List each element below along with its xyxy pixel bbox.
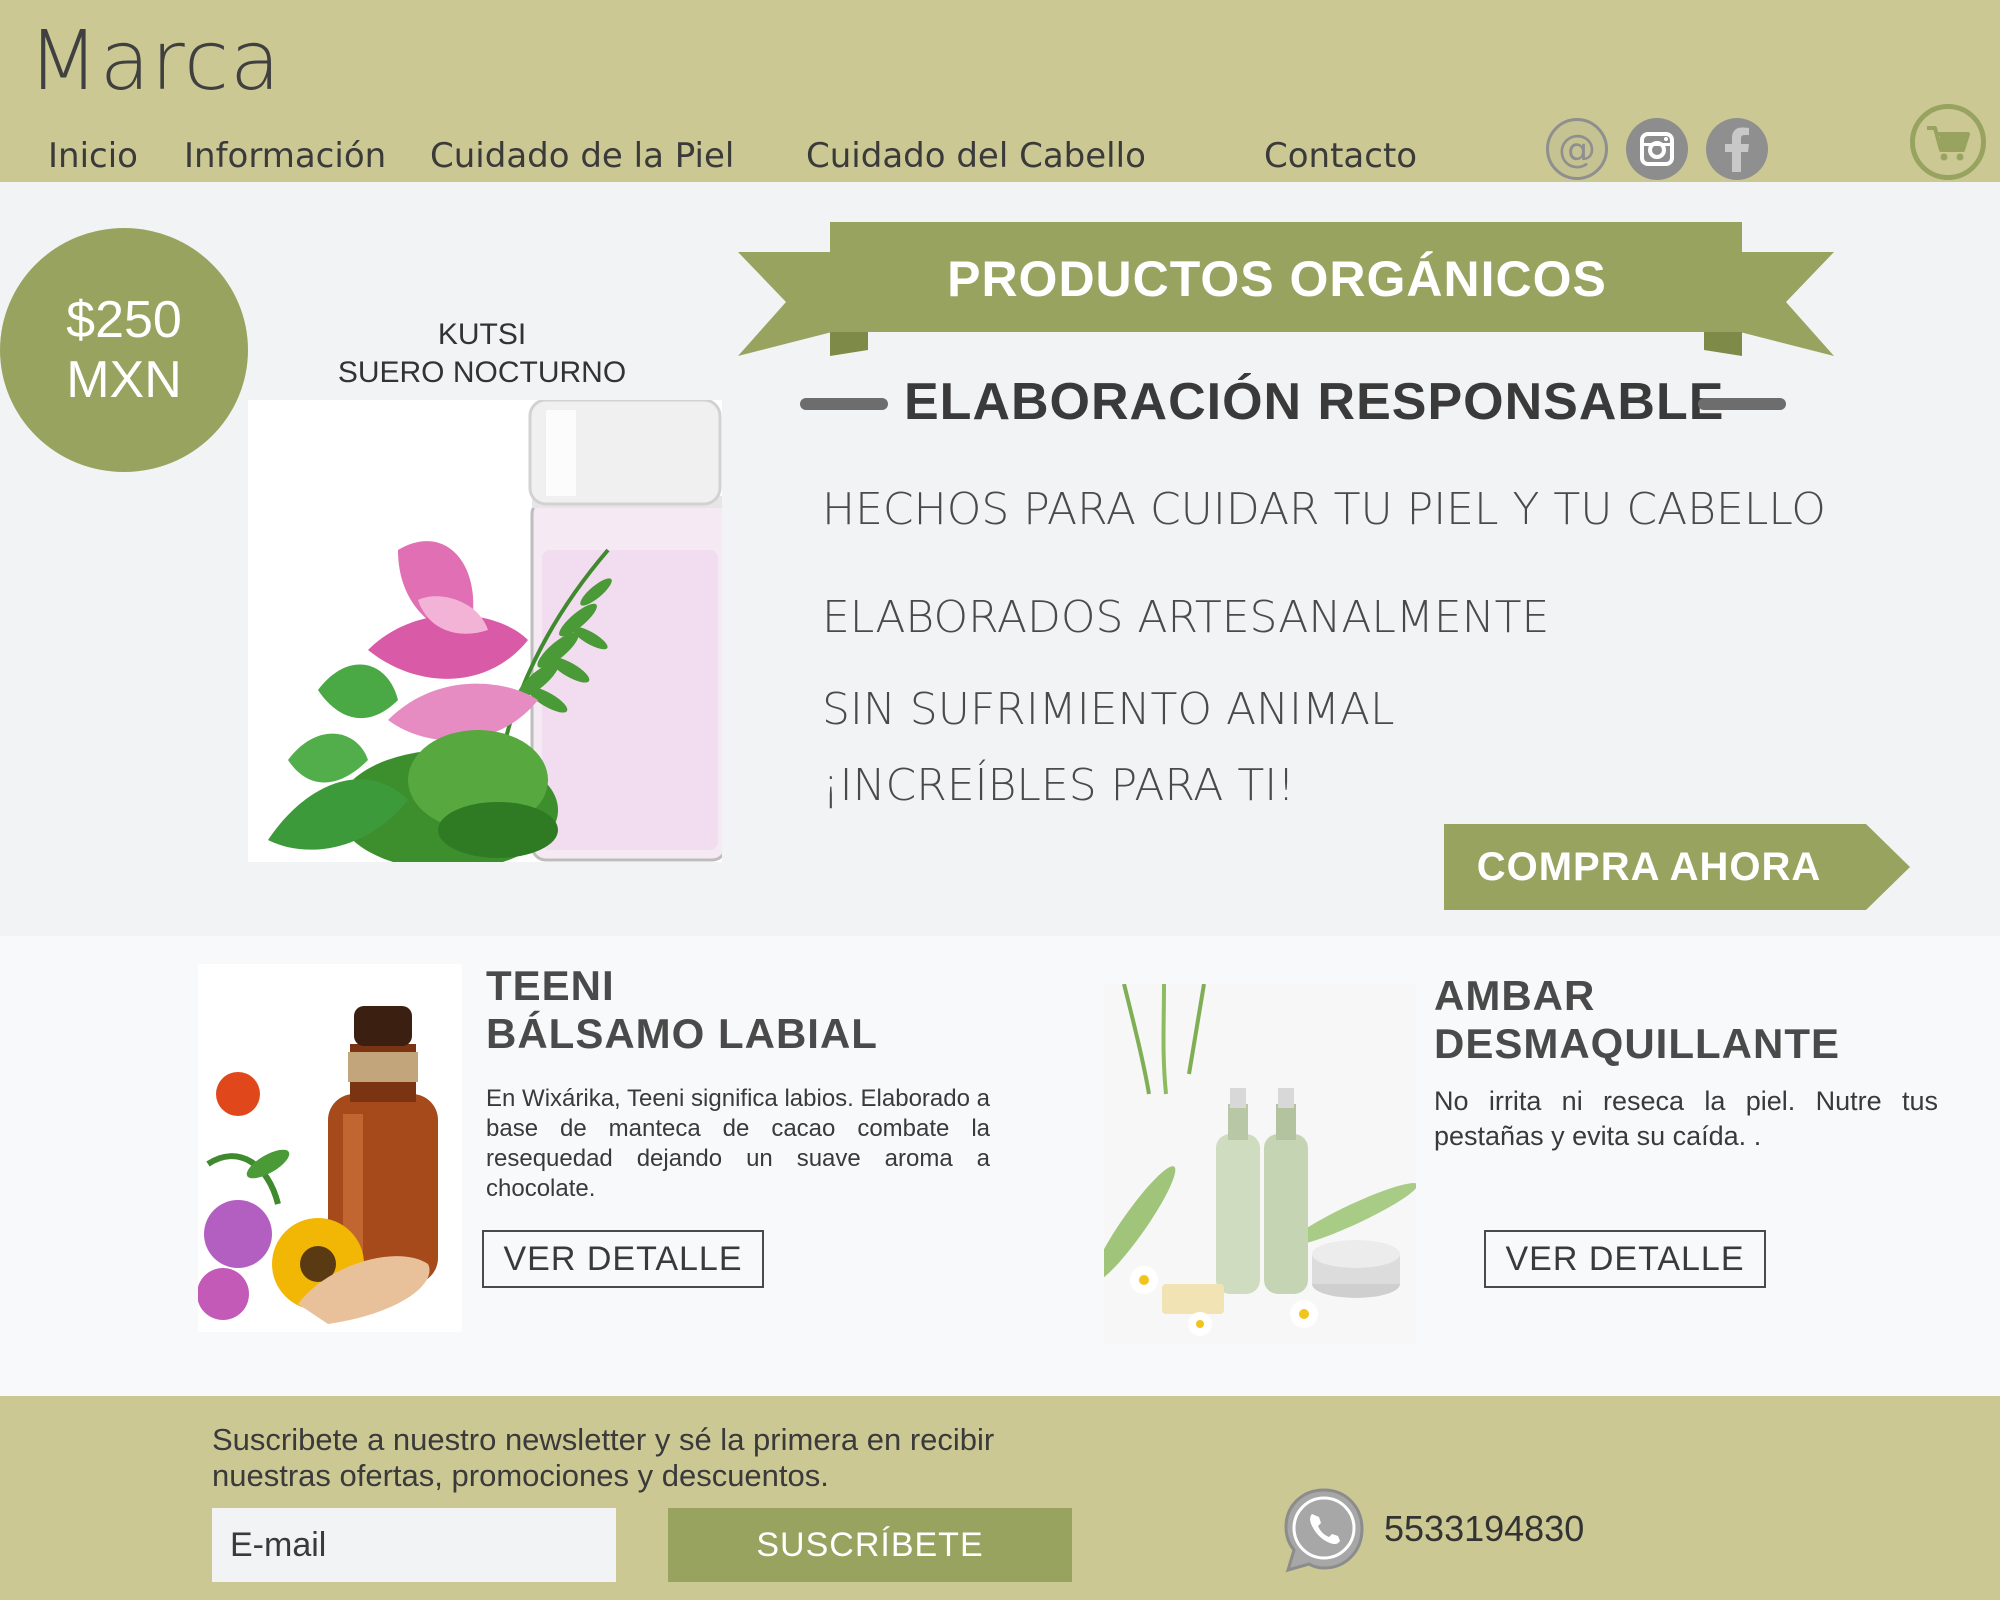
products-section: TEENI BÁLSAMO LABIAL En Wixárika, Teeni … [0, 936, 2000, 1396]
product-type-teeni: BÁLSAMO LABIAL [486, 1010, 878, 1057]
svg-text:@: @ [1558, 127, 1596, 171]
feature-line-1: HECHOS PARA CUIDAR TU PIEL Y TU CABELLO [822, 484, 1826, 535]
phone-number[interactable]: 5533194830 [1384, 1508, 1584, 1550]
subtitle: ELABORACIÓN RESPONSABLE [904, 373, 1725, 431]
main-nav: Inicio Información Cuidado de la Piel Cu… [0, 128, 1480, 182]
cart-icon[interactable] [1910, 104, 1986, 180]
featured-product-brand: KUTSI [437, 318, 527, 351]
brand-logo[interactable]: Marca [28, 14, 281, 109]
product-type-ambar: DESMAQUILLANTE [1434, 1020, 1840, 1067]
view-detail-button-teeni[interactable]: VER DETALLE [482, 1230, 764, 1288]
email-icon[interactable]: @ [1546, 118, 1608, 180]
newsletter-line-2: nuestras ofertas, promociones y descuent… [212, 1458, 829, 1493]
price-amount: $250 [66, 291, 182, 349]
nav-informacion[interactable]: Información [184, 136, 386, 176]
site-footer: Suscribete a nuestro newsletter y sé la … [0, 1396, 2000, 1600]
product-image-ambar[interactable] [1104, 984, 1416, 1344]
view-detail-button-ambar[interactable]: VER DETALLE [1484, 1230, 1766, 1288]
featured-product-type: SUERO NOCTURNO [337, 356, 627, 389]
featured-product-image[interactable] [248, 400, 722, 862]
banner-title: PRODUCTOS ORGÁNICOS [947, 251, 1607, 307]
feature-line-3: SIN SUFRIMIENTO ANIMAL [822, 684, 1395, 735]
product-title-teeni[interactable]: TEENI BÁLSAMO LABIAL [486, 962, 878, 1058]
price-currency: MXN [66, 351, 182, 409]
product-desc-teeni: En Wixárika, Teeni significa labios. Ela… [486, 1085, 990, 1202]
subtitle-dash-left [800, 398, 888, 410]
buy-now-label: COMPRA AHORA [1476, 845, 1822, 889]
nav-contacto[interactable]: Contacto [1264, 136, 1417, 176]
hero-section: $250 MXN KUTSI SUERO NOCTURNO PRODUCTOS … [0, 182, 2000, 936]
email-field[interactable] [212, 1508, 616, 1582]
featured-product-name: KUTSI SUERO NOCTURNO [250, 316, 714, 392]
product-brand-teeni: TEENI [486, 962, 615, 1009]
price-badge: $250 MXN [0, 228, 248, 472]
whatsapp-icon[interactable] [1278, 1484, 1370, 1576]
subtitle-dash-right [1698, 398, 1786, 410]
nav-cuidado-cabello[interactable]: Cuidado del Cabello [806, 136, 1146, 176]
facebook-icon[interactable] [1706, 118, 1768, 180]
feature-line-2: ELABORADOS ARTESANALMENTE [822, 592, 1550, 643]
site-header: Marca Inicio Información Cuidado de la P… [0, 0, 2000, 182]
newsletter-text: Suscribete a nuestro newsletter y sé la … [212, 1422, 1112, 1494]
buy-now-button[interactable]: COMPRA AHORA [1444, 824, 1910, 910]
product-desc-ambar: No irrita ni reseca la piel. Nutre tus p… [1434, 1086, 1938, 1151]
product-image-teeni[interactable] [198, 964, 462, 1332]
instagram-icon[interactable] [1626, 118, 1688, 180]
product-title-ambar[interactable]: AMBAR DESMAQUILLANTE [1434, 972, 1840, 1068]
nav-cuidado-piel[interactable]: Cuidado de la Piel [430, 136, 734, 176]
feature-line-4: ¡INCREÍBLES PARA TI! [822, 760, 1295, 811]
nav-inicio[interactable]: Inicio [48, 136, 138, 176]
subtitle-block: ELABORACIÓN RESPONSABLE [800, 364, 1788, 440]
newsletter-line-1: Suscribete a nuestro newsletter y sé la … [212, 1422, 995, 1457]
product-brand-ambar: AMBAR [1434, 972, 1596, 1019]
subscribe-button[interactable]: SUSCRÍBETE [668, 1508, 1072, 1582]
